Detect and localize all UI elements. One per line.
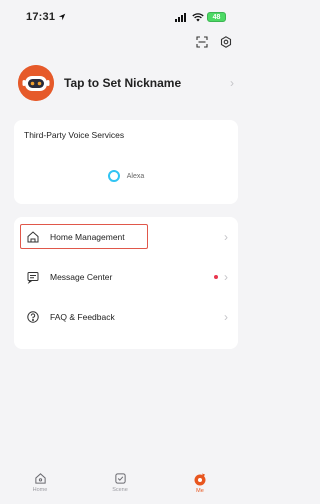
- status-bar: 17:31 48: [0, 0, 240, 34]
- top-actions: [196, 36, 232, 48]
- chevron-right-icon: ›: [230, 76, 234, 90]
- tab-label: Home: [32, 487, 48, 493]
- alexa-icon: [107, 170, 120, 182]
- scan-icon[interactable]: [196, 36, 208, 48]
- menu-item-faq-feedback[interactable]: FAQ & Feedback ›: [14, 297, 238, 337]
- menu-card: Home Management › Message Center › FAQ &…: [14, 217, 238, 349]
- unread-dot: [214, 275, 218, 279]
- question-icon: [27, 311, 39, 323]
- profile-row[interactable]: Tap to Set Nickname ›: [18, 62, 234, 104]
- avatar[interactable]: [18, 65, 54, 101]
- menu-item-home-management[interactable]: Home Management ›: [14, 217, 238, 257]
- clock: 17:31: [26, 11, 56, 23]
- signal-icon: [175, 12, 186, 22]
- status-time: 17:31: [26, 11, 66, 23]
- me-tab-icon: [194, 473, 206, 486]
- location-arrow-icon: [58, 13, 66, 21]
- nickname-label[interactable]: Tap to Set Nickname: [64, 76, 230, 90]
- alexa-button[interactable]: Alexa: [14, 170, 238, 182]
- highlight-box: [20, 224, 148, 249]
- battery-indicator: 48: [207, 12, 226, 22]
- tab-scene[interactable]: Scene: [90, 472, 150, 493]
- tab-label: Scene: [112, 487, 128, 493]
- chevron-right-icon: ›: [224, 230, 228, 244]
- home-tab-icon: [34, 473, 46, 484]
- tab-bar: Home Scene Me: [0, 470, 240, 504]
- status-icons: 48: [175, 12, 226, 22]
- robot-avatar-icon: [18, 65, 54, 101]
- tab-me[interactable]: Me: [170, 472, 230, 494]
- menu-item-label: FAQ & Feedback: [50, 312, 115, 322]
- alexa-label: Alexa: [126, 172, 145, 180]
- menu-item-message-center[interactable]: Message Center ›: [14, 257, 238, 297]
- chevron-right-icon: ›: [224, 310, 228, 324]
- voice-services-card: Third-Party Voice Services Alexa: [14, 120, 238, 204]
- chevron-right-icon: ›: [224, 270, 228, 284]
- wifi-icon: [192, 12, 204, 21]
- tab-home[interactable]: Home: [10, 472, 70, 493]
- voice-services-title: Third-Party Voice Services: [24, 130, 125, 140]
- tab-label: Me: [196, 488, 204, 494]
- message-icon: [27, 272, 39, 284]
- settings-icon[interactable]: [220, 36, 232, 48]
- scene-tab-icon: [114, 473, 126, 484]
- menu-item-label: Message Center: [50, 272, 113, 282]
